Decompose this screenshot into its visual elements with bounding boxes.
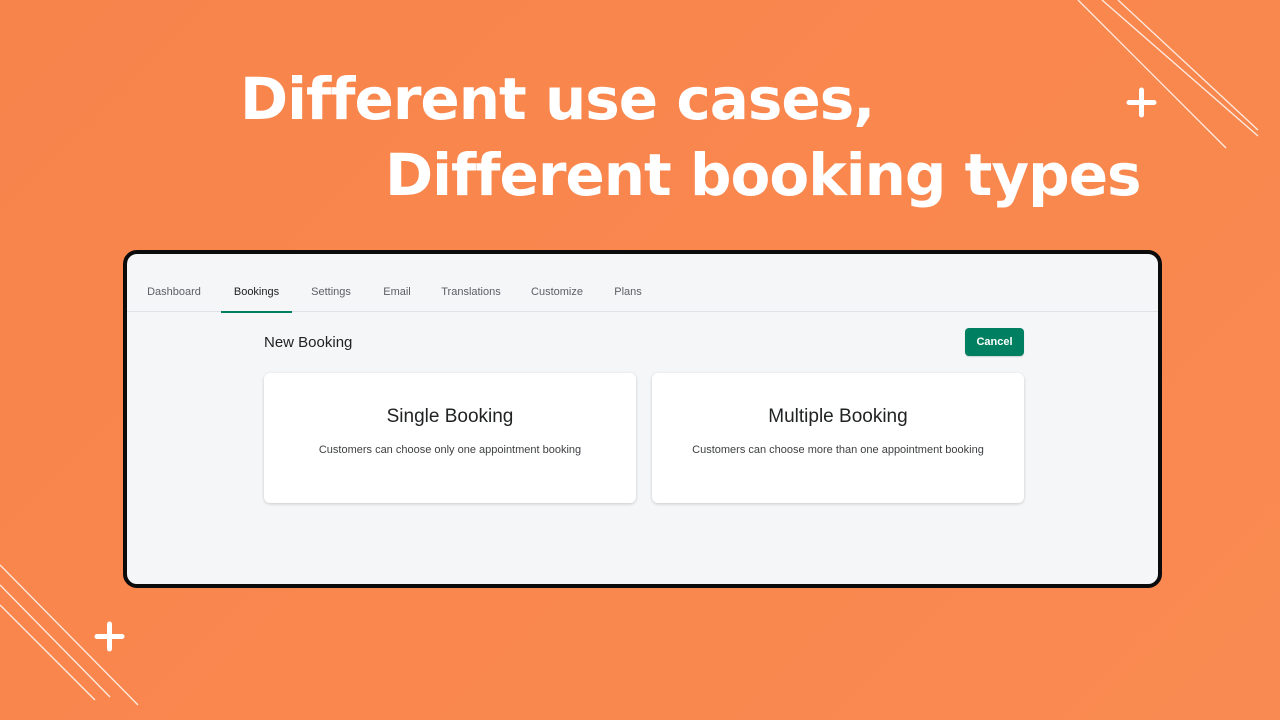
headline-line-2: Different booking types — [385, 141, 1142, 209]
tab-bar: Dashboard Bookings Settings Email Transl… — [127, 254, 1158, 313]
tab-plans[interactable]: Plans — [608, 254, 648, 312]
multiple-booking-description: Customers can choose more than one appoi… — [692, 444, 984, 456]
cancel-button[interactable]: Cancel — [965, 328, 1024, 356]
tab-translations[interactable]: Translations — [434, 254, 508, 312]
tab-settings[interactable]: Settings — [303, 254, 359, 312]
single-booking-title: Single Booking — [386, 406, 514, 427]
multiple-booking-card[interactable]: Multiple Booking Customers can choose mo… — [652, 373, 1024, 503]
app-window: Dashboard Bookings Settings Email Transl… — [123, 250, 1162, 588]
tab-bookings[interactable]: Bookings — [221, 254, 292, 313]
tab-email[interactable]: Email — [377, 254, 417, 312]
single-booking-card[interactable]: Single Booking Customers can choose only… — [264, 373, 636, 503]
page-title: New Booking — [264, 334, 353, 351]
multiple-booking-title: Multiple Booking — [768, 406, 908, 427]
single-booking-description: Customers can choose only one appointmen… — [318, 444, 582, 456]
plus-icon — [94, 621, 125, 652]
tab-dashboard[interactable]: Dashboard — [140, 254, 208, 312]
tab-customize[interactable]: Customize — [524, 254, 590, 312]
plus-icon — [1126, 87, 1157, 118]
headline-line-1: Different use cases, — [240, 65, 875, 133]
